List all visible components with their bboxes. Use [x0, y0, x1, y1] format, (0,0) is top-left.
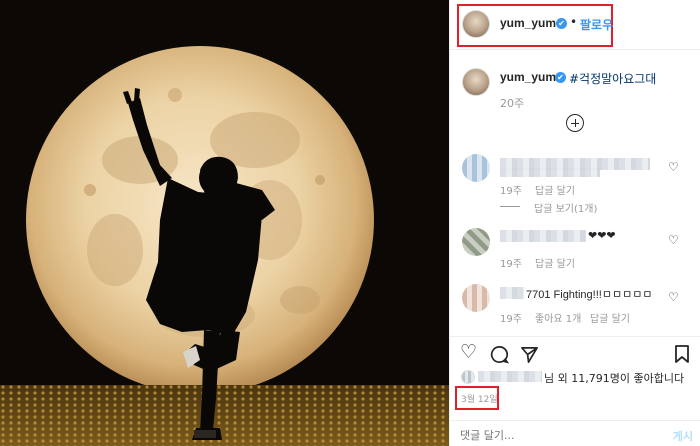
- caption-hashtag[interactable]: #걱정말아요그대: [569, 70, 656, 87]
- comment-hearts: ❤❤❤: [588, 230, 616, 242]
- caption-verified-icon: ✔: [555, 72, 566, 83]
- comment-reply-button[interactable]: 답글 달기: [535, 182, 575, 197]
- follow-button[interactable]: 팔로우: [580, 16, 613, 33]
- liker-avatar[interactable]: [461, 370, 475, 384]
- post-comment-button[interactable]: 게시: [673, 428, 693, 444]
- like-heart-icon[interactable]: ♡: [460, 341, 477, 363]
- header-separator: •: [570, 15, 578, 29]
- comment-text: 7701 Fighting!!!ㅁㅁㅁㅁㅁ: [526, 289, 653, 301]
- comment-text-redacted: [500, 168, 600, 177]
- post-photo[interactable]: [0, 0, 449, 446]
- view-replies-button[interactable]: 답글 보기(1개): [534, 200, 597, 215]
- post-header: yum_yum ✔ • 팔로우: [450, 0, 700, 50]
- comment-like-icon[interactable]: ♡: [668, 290, 679, 304]
- caption-avatar[interactable]: [462, 68, 490, 96]
- bookmark-icon[interactable]: [674, 344, 690, 364]
- caption-time: 20주: [500, 97, 525, 110]
- comment-reply-button[interactable]: 답글 달기: [535, 255, 575, 270]
- comment-time: 19주: [500, 186, 522, 197]
- post-sidebar: yum_yum ✔ • 팔로우 yum_yum ✔ #걱정말아요그대 20주 ♡…: [449, 0, 700, 446]
- comment-like-icon[interactable]: ♡: [668, 233, 679, 247]
- comment-avatar[interactable]: [462, 284, 490, 312]
- comment-input[interactable]: [460, 427, 620, 443]
- moon-silhouette-image: [0, 0, 449, 446]
- author-avatar[interactable]: [462, 10, 490, 38]
- liker-username-redacted: [478, 371, 542, 382]
- post-date[interactable]: 3월 12일: [461, 392, 498, 405]
- comment-time: 19주: [500, 314, 522, 325]
- comment-reply-button[interactable]: 답글 달기: [590, 310, 630, 325]
- comment-avatar[interactable]: [462, 228, 490, 256]
- comment-username-redacted: [500, 287, 524, 299]
- comment-avatar[interactable]: [462, 154, 490, 182]
- replies-divider: [500, 206, 520, 207]
- comment-bubble-icon[interactable]: [490, 345, 509, 364]
- load-more-comments-icon[interactable]: [566, 114, 584, 132]
- comment-username-redacted: [500, 230, 586, 242]
- comment-likes-count[interactable]: 좋아요 1개: [535, 310, 581, 325]
- likes-count[interactable]: 님 외 11,791명이 좋아합니다: [544, 370, 684, 386]
- share-arrow-icon[interactable]: [520, 345, 539, 364]
- caption-username[interactable]: yum_yum: [500, 70, 556, 84]
- author-username[interactable]: yum_yum: [500, 16, 556, 30]
- comment-form: 게시: [450, 420, 700, 446]
- comment-time: 19주: [500, 259, 522, 270]
- verified-badge-icon: ✔: [556, 18, 567, 29]
- comment-like-icon[interactable]: ♡: [668, 160, 679, 174]
